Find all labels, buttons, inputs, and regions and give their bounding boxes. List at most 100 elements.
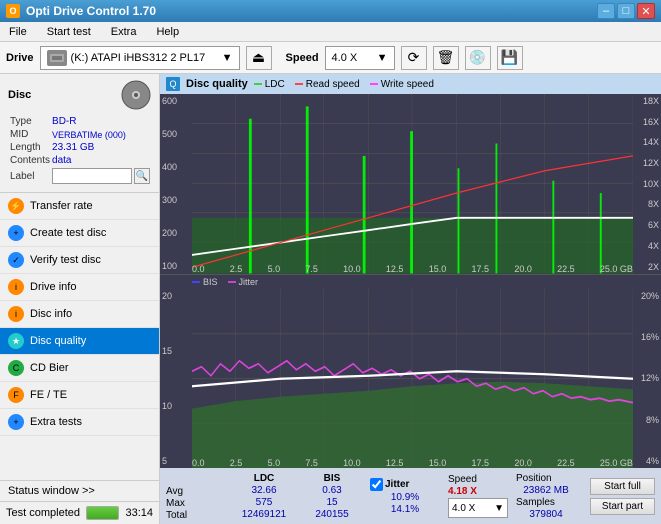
menu-extra[interactable]: Extra	[106, 24, 142, 40]
drive-info-icon: i	[8, 279, 24, 295]
samples-label: Samples	[516, 497, 576, 508]
save-button[interactable]: 💾	[497, 46, 523, 70]
transfer-rate-icon: ⚡	[8, 198, 24, 214]
sidebar-item-drive-info[interactable]: i Drive info	[0, 274, 159, 301]
sidebar-label-cd-bier: CD Bier	[30, 362, 69, 374]
sidebar-item-cd-bier[interactable]: C CD Bier	[0, 355, 159, 382]
label-label: Label	[10, 168, 50, 184]
write-legend-label: Write speed	[381, 79, 434, 90]
sidebar-label-fe-te: FE / TE	[30, 389, 67, 401]
y-axis-right-bottom: 20% 16% 12% 8% 4%	[633, 289, 661, 469]
stats-bar: Avg Max Total LDC 32.66 575 12469121 BIS…	[160, 468, 661, 524]
write-legend-dot	[370, 83, 378, 85]
start-buttons: Start full Start part	[590, 478, 655, 515]
progress-bar-fill	[87, 507, 118, 519]
progress-bar	[86, 506, 119, 520]
speed-label: Speed	[286, 52, 319, 64]
avg-bis: 0.63	[302, 485, 362, 496]
ldc-legend-label: LDC	[265, 79, 285, 90]
speed-col-label: Speed	[448, 474, 508, 485]
stats-row-labels: Avg Max Total	[166, 471, 226, 521]
bottom-chart: 20 15 10 5 20% 16% 12% 8% 4%	[160, 289, 661, 469]
disc-burn-button[interactable]: 💿	[465, 46, 491, 70]
total-label: Total	[166, 510, 226, 521]
sidebar-item-extra-tests[interactable]: + Extra tests	[0, 409, 159, 436]
refresh-button[interactable]: ⟳	[401, 46, 427, 70]
menu-help[interactable]: Help	[151, 24, 184, 40]
drive-icon	[47, 50, 67, 66]
window-controls: – □ ✕	[597, 3, 655, 19]
bottom-chart-legend: BIS Jitter	[160, 275, 661, 289]
label-input[interactable]	[52, 168, 132, 184]
stats-position-col: Position 23862 MB Samples 379804	[516, 473, 576, 520]
write-legend: Write speed	[370, 79, 434, 90]
bis-legend-label: BIS	[203, 277, 218, 287]
status-window-label: Status window >>	[8, 485, 95, 497]
chart-header: Q Disc quality LDC Read speed Write spee…	[160, 74, 661, 94]
chart-icon: Q	[166, 77, 180, 91]
avg-ldc: 32.66	[234, 485, 294, 496]
toolbar: Drive (K:) ATAPI iHBS312 2 PL17 ▼ ⏏ Spee…	[0, 42, 661, 74]
speed-col-value: 4.18 X	[448, 486, 508, 497]
app-icon: O	[6, 4, 20, 18]
status-time: 33:14	[125, 507, 153, 519]
eject-button[interactable]: ⏏	[246, 46, 272, 70]
speed-dropdown[interactable]: 4.0 X ▼	[448, 498, 508, 518]
drive-label: Drive	[6, 52, 34, 64]
ldc-legend: LDC	[254, 79, 285, 90]
status-window-button[interactable]: Status window >>	[0, 481, 159, 502]
chart-title: Disc quality	[186, 78, 248, 90]
type-value: BD-R	[52, 116, 150, 127]
drive-selector[interactable]: (K:) ATAPI iHBS312 2 PL17 ▼	[40, 46, 240, 70]
length-label: Length	[10, 142, 50, 153]
top-chart-svg	[192, 94, 633, 274]
mid-value: VERBATIMe (000)	[52, 129, 150, 140]
sidebar-label-create-test-disc: Create test disc	[30, 227, 106, 239]
menu-file[interactable]: File	[4, 24, 32, 40]
disc-erase-button[interactable]: 🗑	[433, 46, 459, 70]
cd-bier-icon: C	[8, 360, 24, 376]
disc-quality-icon: ★	[8, 333, 24, 349]
bis-legend: BIS	[192, 277, 218, 287]
sidebar-item-transfer-rate[interactable]: ⚡ Transfer rate	[0, 193, 159, 220]
total-ldc: 12469121	[234, 509, 294, 520]
speed-selector[interactable]: 4.0 X ▼	[325, 46, 395, 70]
jitter-legend: Jitter	[228, 277, 259, 287]
minimize-button[interactable]: –	[597, 3, 615, 19]
sidebar-label-disc-quality: Disc quality	[30, 335, 86, 347]
jitter-legend-label: Jitter	[239, 277, 259, 287]
sidebar-label-disc-info: Disc info	[30, 308, 72, 320]
start-full-button[interactable]: Start full	[590, 478, 655, 495]
total-bis: 240155	[302, 509, 362, 520]
sidebar-item-disc-quality[interactable]: ★ Disc quality	[0, 328, 159, 355]
sidebar-label-drive-info: Drive info	[30, 281, 76, 293]
jitter-header: Jitter	[385, 479, 409, 490]
sidebar-item-create-test-disc[interactable]: + Create test disc	[0, 220, 159, 247]
bottom-chart-svg	[192, 289, 633, 469]
max-ldc: 575	[234, 497, 294, 508]
stats-jitter-col: Jitter 10.9% 14.1%	[370, 478, 440, 515]
disc-info-icon: i	[8, 306, 24, 322]
speed-unit-value: 4.0 X	[452, 503, 475, 514]
sidebar-item-verify-test-disc[interactable]: ✓ Verify test disc	[0, 247, 159, 274]
close-button[interactable]: ✕	[637, 3, 655, 19]
fe-te-icon: F	[8, 387, 24, 403]
start-part-button[interactable]: Start part	[590, 498, 655, 515]
app-title: Opti Drive Control 1.70	[26, 4, 156, 18]
menu-start-test[interactable]: Start test	[42, 24, 96, 40]
sidebar-menu: ⚡ Transfer rate + Create test disc ✓ Ver…	[0, 193, 159, 480]
disc-panel-label: Disc	[8, 89, 31, 101]
verify-test-disc-icon: ✓	[8, 252, 24, 268]
label-button[interactable]: 🔍	[134, 168, 150, 184]
create-test-disc-icon: +	[8, 225, 24, 241]
sidebar-item-disc-info[interactable]: i Disc info	[0, 301, 159, 328]
x-axis-bottom: 0.0 2.5 5.0 7.5 10.0 12.5 15.0 17.5 20.0…	[192, 458, 633, 468]
sidebar: Disc Type BD-R MID VERBATIMe (000)	[0, 74, 160, 524]
position-label: Position	[516, 473, 576, 484]
read-legend: Read speed	[295, 79, 360, 90]
read-legend-label: Read speed	[306, 79, 360, 90]
y-axis-left-bottom: 20 15 10 5	[160, 289, 192, 469]
jitter-checkbox[interactable]	[370, 478, 383, 491]
maximize-button[interactable]: □	[617, 3, 635, 19]
sidebar-item-fe-te[interactable]: F FE / TE	[0, 382, 159, 409]
